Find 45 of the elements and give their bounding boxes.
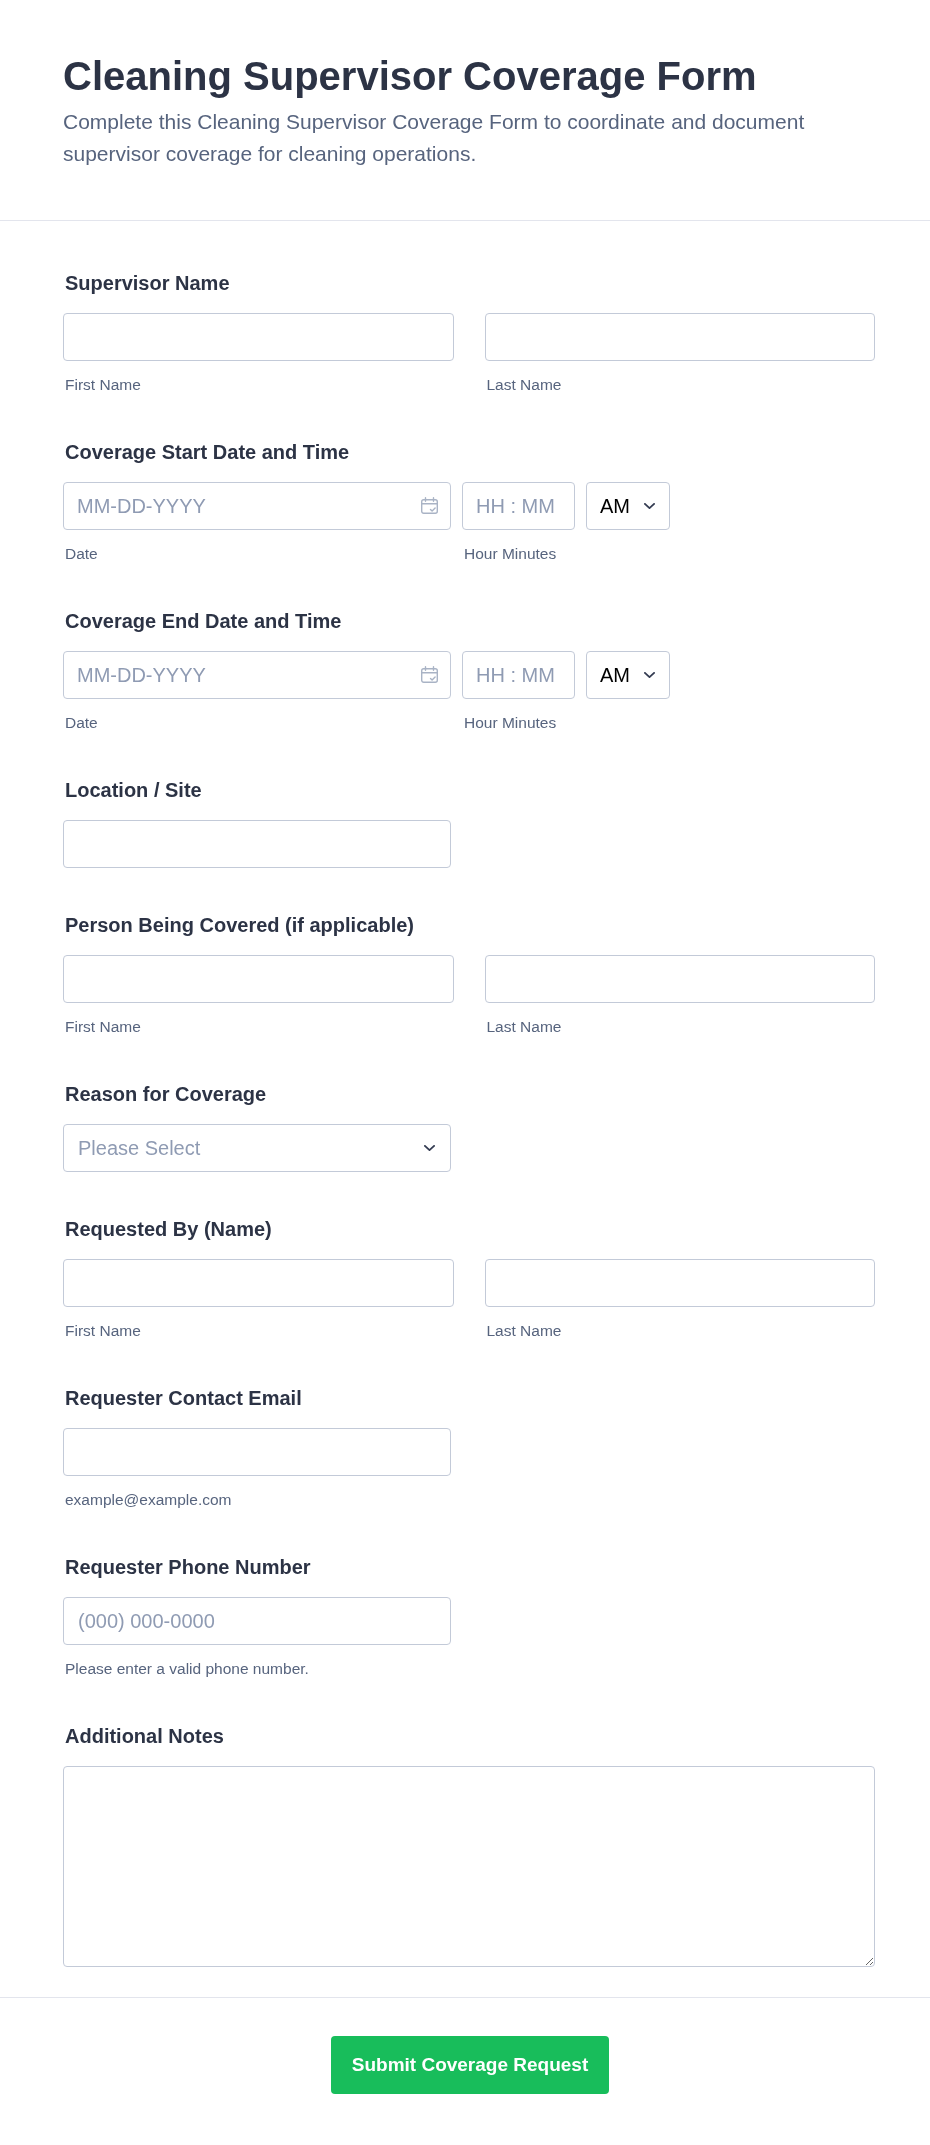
chevron-down-icon xyxy=(644,503,655,509)
textarea-field[interactable] xyxy=(63,1766,875,1967)
field-sublabel: Last Name xyxy=(486,1321,562,1341)
chevron-down-icon xyxy=(424,1145,435,1151)
field-sublabel: Hour Minutes xyxy=(464,713,557,733)
field-sublabel: First Name xyxy=(65,1017,141,1037)
text-input[interactable]: (000) 000-0000 xyxy=(63,1597,451,1645)
field-label: Person Being Covered (if applicable) xyxy=(65,913,414,937)
field-sublabel: Date xyxy=(65,544,98,564)
field-label: Requester Phone Number xyxy=(65,1555,311,1579)
date-input[interactable]: MM-DD-YYYY xyxy=(63,482,451,530)
text-input[interactable] xyxy=(484,1259,875,1307)
text-input[interactable] xyxy=(63,313,454,361)
form-title: Cleaning Supervisor Coverage Form xyxy=(63,53,757,100)
text-input[interactable] xyxy=(63,955,454,1003)
field-sublabel: Date xyxy=(65,713,98,733)
calendar-icon xyxy=(421,666,438,683)
text-input[interactable] xyxy=(63,1259,454,1307)
field-label: Requester Contact Email xyxy=(65,1386,302,1410)
text-input[interactable] xyxy=(63,820,451,868)
time-input[interactable]: HH : MM xyxy=(462,651,575,699)
field-sublabel: Hour Minutes xyxy=(464,544,557,564)
field-sublabel: Please enter a valid phone number. xyxy=(65,1659,309,1679)
form-description: Complete this Cleaning Supervisor Coverage Form to coordinate and document supervisor coverage for cleaning operations. xyxy=(63,109,806,167)
field-sublabel: Last Name xyxy=(486,1017,562,1037)
field-sublabel: Last Name xyxy=(486,375,562,395)
field-label: Requested By (Name) xyxy=(65,1217,272,1241)
field-label: Coverage Start Date and Time xyxy=(65,440,350,464)
field-label: Coverage End Date and Time xyxy=(65,609,342,633)
chevron-down-icon xyxy=(644,672,655,678)
text-input[interactable] xyxy=(484,313,875,361)
period-select[interactable]: AM xyxy=(586,651,670,699)
field-label: Reason for Coverage xyxy=(65,1082,267,1106)
time-input[interactable]: HH : MM xyxy=(462,482,575,530)
field-label: Supervisor Name xyxy=(65,271,230,295)
field-sublabel: example@example.com xyxy=(65,1490,232,1510)
field-sublabel: First Name xyxy=(65,1321,141,1341)
text-input[interactable] xyxy=(63,1428,451,1476)
field-sublabel: First Name xyxy=(65,375,141,395)
calendar-icon xyxy=(421,497,438,514)
field-label: Location / Site xyxy=(65,778,202,802)
date-input[interactable]: MM-DD-YYYY xyxy=(63,651,451,699)
period-select[interactable]: AM xyxy=(586,482,670,530)
text-input[interactable] xyxy=(484,955,875,1003)
field-label: Additional Notes xyxy=(65,1724,224,1748)
